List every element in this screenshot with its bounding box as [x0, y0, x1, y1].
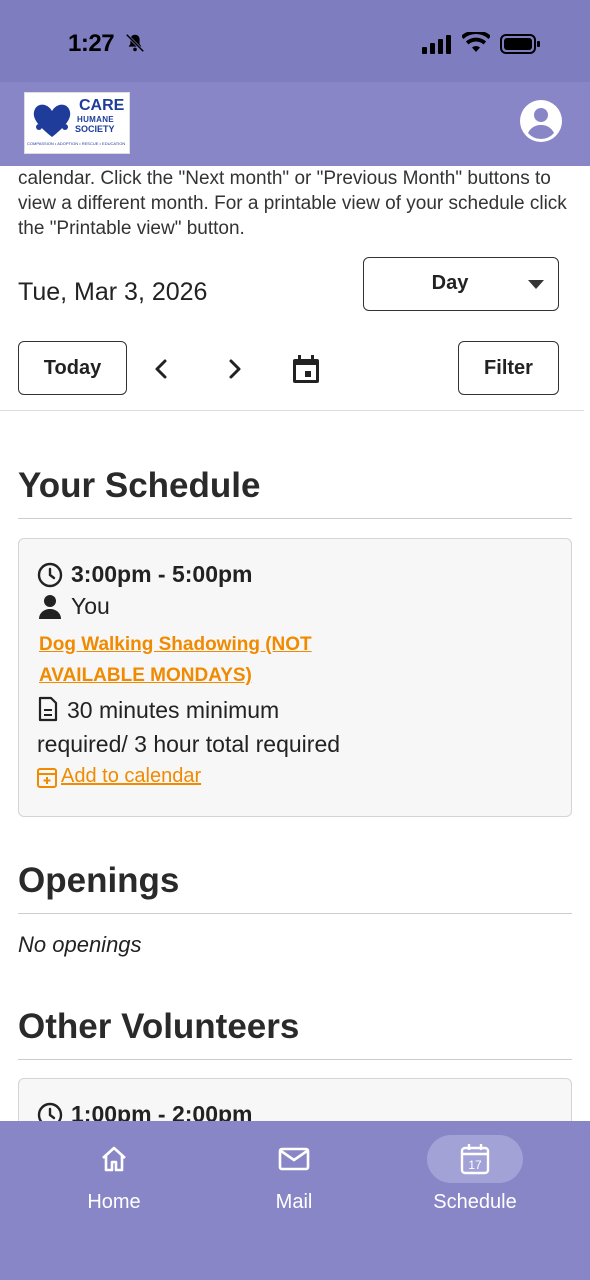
nav-schedule-active-pill: 17: [427, 1135, 523, 1183]
nav-home[interactable]: Home: [49, 1135, 179, 1214]
current-date: Tue, Mar 3, 2026: [18, 278, 208, 306]
status-bar: 1:27: [0, 0, 590, 82]
instructions-text: calendar. Click the "Next month" or "Pre…: [18, 168, 567, 239]
calendar-badge-number: 17: [468, 1158, 482, 1172]
shift-title-line2: AVAILABLE MONDAYS): [39, 665, 252, 686]
nav-mail-label: Mail: [275, 1191, 313, 1213]
home-icon: [102, 1146, 126, 1172]
nav-mail-icon-wrap: [246, 1135, 342, 1183]
person-icon: [39, 594, 61, 619]
chevron-left-icon[interactable]: [146, 353, 178, 385]
shift-person-row: You: [37, 593, 110, 620]
view-select[interactable]: Day: [363, 257, 559, 311]
clock-icon: [37, 562, 63, 587]
account-icon[interactable]: [520, 100, 562, 142]
logo-tagline: COMPASSION • ADOPTION • RESCUE • EDUCATI…: [27, 141, 126, 146]
add-to-calendar-link[interactable]: Add to calendar: [37, 765, 201, 788]
shift-description-text: 30 minutes minimum required/ 3 hour tota…: [37, 697, 341, 757]
section-divider: [18, 518, 572, 519]
calendar-picker-icon[interactable]: [290, 353, 322, 385]
section-divider: [18, 913, 572, 914]
calendar-add-icon: [37, 767, 57, 788]
calendar-icon: 17: [460, 1144, 490, 1175]
shift-time-row: 3:00pm - 5:00pm: [37, 561, 253, 588]
logo-humane-text: HUMANE: [77, 115, 114, 124]
nav-schedule-label: Schedule: [433, 1191, 517, 1213]
openings-title: Openings: [18, 861, 180, 900]
signal-icon: [422, 35, 451, 54]
logo-society-text: SOCIETY: [75, 124, 115, 134]
your-schedule-title: Your Schedule: [18, 466, 261, 505]
other-volunteers-title: Other Volunteers: [18, 1007, 300, 1046]
heart-paws-icon: [33, 104, 71, 137]
nav-home-icon-wrap: [66, 1135, 162, 1183]
shift-person: You: [71, 593, 110, 619]
mail-icon: [278, 1147, 310, 1171]
chevron-right-icon[interactable]: [218, 353, 250, 385]
bell-muted-icon: [125, 33, 145, 53]
add-to-calendar-label: Add to calendar: [61, 765, 202, 787]
battery-icon: [500, 34, 540, 54]
status-time: 1:27: [68, 30, 115, 57]
shift-title-line1: Dog Walking Shadowing (NOT: [39, 634, 312, 655]
section-divider: [18, 1059, 572, 1060]
shift-title-link[interactable]: Dog Walking Shadowing (NOT AVAILABLE MON…: [39, 629, 379, 691]
nav-mail[interactable]: Mail: [229, 1135, 359, 1214]
shift-card: 3:00pm - 5:00pm You Dog Walking Shadowin…: [18, 538, 572, 817]
nav-home-label: Home: [87, 1191, 141, 1213]
wifi-icon: [462, 32, 490, 52]
nav-schedule[interactable]: 17 Schedule: [410, 1135, 540, 1214]
shift-time: 3:00pm - 5:00pm: [71, 561, 253, 587]
care-humane-society-logo[interactable]: CARE HUMANE SOCIETY COMPASSION • ADOPTIO…: [24, 92, 130, 154]
bottom-nav: Home Mail 17 Schedule: [0, 1121, 590, 1280]
view-select-value: Day: [431, 272, 469, 294]
no-openings-text: No openings: [18, 932, 142, 957]
filter-button[interactable]: Filter: [458, 341, 559, 395]
divider: [0, 410, 584, 411]
chevron-down-icon: [528, 280, 544, 289]
today-button[interactable]: Today: [18, 341, 127, 395]
logo-care-text: CARE: [79, 97, 125, 114]
document-icon: [38, 696, 58, 722]
shift-description: 30 minutes minimum required/ 3 hour tota…: [37, 693, 367, 761]
app-header: CARE HUMANE SOCIETY COMPASSION • ADOPTIO…: [0, 82, 590, 166]
